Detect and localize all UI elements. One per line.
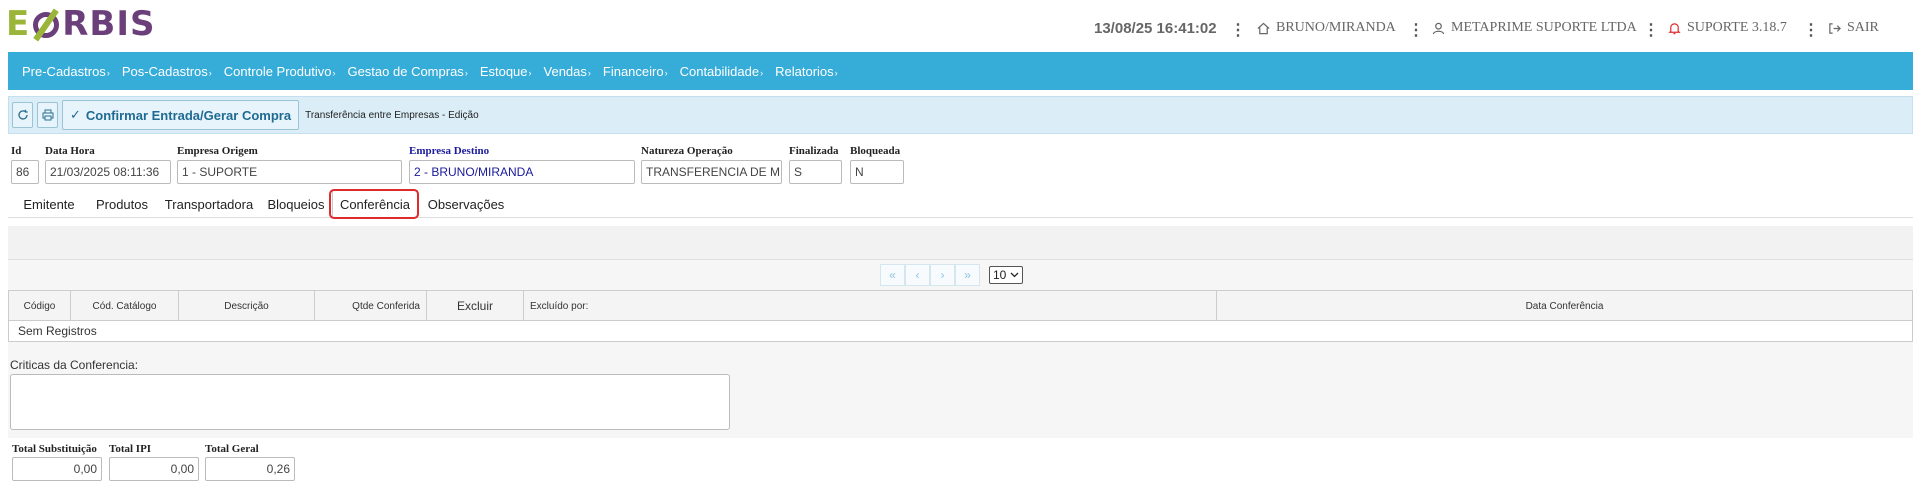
col-excluir[interactable]: Excluir — [427, 291, 524, 321]
menu-vendas[interactable]: Vendas› — [544, 64, 591, 79]
bell-icon — [1668, 22, 1681, 34]
first-page-button[interactable]: « — [880, 264, 905, 286]
tab-observacoes[interactable]: Observações — [422, 190, 510, 218]
finalizada-label: Finalizada — [789, 145, 839, 157]
col-cod-catalogo[interactable]: Cód. Catálogo — [71, 291, 179, 321]
id-label: Id — [11, 145, 22, 157]
total-substituicao-field[interactable]: 0,00 — [12, 457, 102, 481]
menu-estoque[interactable]: Estoque› — [480, 64, 532, 79]
page-size-select[interactable]: 10 — [989, 266, 1023, 284]
menu-pos-cadastros[interactable]: Pos-Cadastros› — [122, 64, 212, 79]
page-size-value: 10 — [993, 268, 1007, 282]
empresa-destino-label[interactable]: Empresa Destino — [409, 145, 489, 157]
bloqueada-label: Bloqueada — [850, 145, 901, 157]
menu-financeiro[interactable]: Financeiro› — [603, 64, 668, 79]
menu-contabilidade[interactable]: Contabilidade› — [680, 64, 764, 79]
total-ipi-field[interactable]: 0,00 — [109, 457, 199, 481]
empresa-origem-field[interactable]: 1 - SUPORTE — [177, 160, 402, 184]
id-field[interactable]: 86 — [11, 160, 39, 184]
more-vertical-icon[interactable]: ⋮ — [1803, 20, 1819, 40]
total-substituicao-label: Total Substituição — [12, 443, 97, 455]
criticas-label: Criticas da Conferencia: — [10, 358, 139, 372]
user-icon — [1432, 22, 1445, 34]
col-data-conferencia[interactable]: Data Conferência — [1217, 291, 1912, 321]
more-vertical-icon[interactable]: ⋮ — [1643, 20, 1659, 40]
home-icon — [1257, 22, 1270, 34]
support-menu[interactable]: SUPORTE 3.18.7 — [1668, 20, 1787, 36]
refresh-icon — [17, 109, 28, 120]
empresa-origem-label: Empresa Origem — [177, 145, 258, 157]
confirm-entry-button[interactable]: ✓ Confirmar Entrada/Gerar Compra — [62, 100, 300, 130]
print-icon — [42, 109, 53, 121]
location-label: BRUNO/MIRANDA — [1276, 20, 1396, 35]
bloqueada-field[interactable]: N — [850, 160, 904, 184]
check-icon: ✓ — [70, 107, 81, 122]
company-label: METAPRIME SUPORTE LTDA — [1451, 20, 1637, 35]
tab-transportadora[interactable]: Transportadora — [160, 190, 258, 218]
more-vertical-icon[interactable]: ⋮ — [1408, 20, 1424, 40]
main-menu: Pre-Cadastros› Pos-Cadastros› Controle P… — [8, 52, 1913, 90]
conferencia-grid: Código Cód. Catálogo Descrição Qtde Conf… — [8, 290, 1913, 342]
datahora-field[interactable]: 21/03/2025 08:11:36 — [45, 160, 171, 184]
col-codigo[interactable]: Código — [9, 291, 71, 321]
prev-page-button[interactable]: ‹ — [905, 264, 930, 286]
refresh-button[interactable] — [12, 102, 33, 128]
menu-gestao-de-compras[interactable]: Gestao de Compras› — [347, 64, 467, 79]
print-button[interactable] — [37, 102, 58, 128]
grid-header: Código Cód. Catálogo Descrição Qtde Conf… — [9, 291, 1912, 321]
col-descricao[interactable]: Descrição — [179, 291, 315, 321]
confirm-entry-label: Confirmar Entrada/Gerar Compra — [85, 107, 292, 123]
page-title: Transferência entre Empresas - Edição — [305, 109, 479, 121]
total-geral-label: Total Geral — [205, 443, 259, 455]
datahora-label: Data Hora — [45, 145, 95, 157]
logout-button[interactable]: SAIR — [1828, 20, 1879, 36]
chevron-down-icon — [1010, 272, 1019, 278]
col-excluido-por[interactable]: Excluído por: — [524, 291, 1217, 321]
location-menu[interactable]: BRUNO/MIRANDA — [1257, 20, 1396, 36]
pagination: « ‹ › » 10 — [880, 264, 1023, 286]
last-page-button[interactable]: » — [955, 264, 980, 286]
tab-produtos[interactable]: Produtos — [87, 190, 157, 218]
company-menu[interactable]: METAPRIME SUPORTE LTDA — [1432, 20, 1637, 36]
finalizada-field[interactable]: S — [789, 160, 842, 184]
panel-header-strip — [8, 226, 1913, 260]
natureza-operacao-field[interactable]: TRANSFERENCIA DE MERCADORIAS — [641, 160, 782, 184]
app-header: E RBIS 13/08/25 16:41:02 ⋮ BRUNO/MIRANDA… — [0, 0, 1919, 52]
total-ipi-label: Total IPI — [109, 443, 152, 455]
tab-bloqueios[interactable]: Bloqueios — [261, 190, 331, 218]
active-tab-highlight — [329, 189, 419, 219]
tab-bar: Emitente Produtos Transportadora Bloquei… — [8, 190, 1913, 218]
current-datetime: 13/08/25 16:41:02 — [1094, 20, 1217, 37]
more-vertical-icon[interactable]: ⋮ — [1230, 20, 1246, 40]
menu-relatorios[interactable]: Relatorios› — [775, 64, 838, 79]
criticas-textarea[interactable] — [10, 374, 730, 430]
form-toolbar: ✓ Confirmar Entrada/Gerar Compra Transfe… — [8, 96, 1913, 134]
logout-label: SAIR — [1847, 20, 1879, 35]
next-page-button[interactable]: › — [930, 264, 955, 286]
menu-pre-cadastros[interactable]: Pre-Cadastros› — [22, 64, 110, 79]
col-qtde-conferida[interactable]: Qtde Conferida — [315, 291, 427, 321]
natureza-operacao-label: Natureza Operação — [641, 145, 733, 157]
menu-controle-produtivo[interactable]: Controle Produtivo› — [224, 64, 336, 79]
logout-icon — [1829, 22, 1841, 34]
empty-message: Sem Registros — [18, 324, 97, 338]
support-label: SUPORTE 3.18.7 — [1687, 20, 1787, 35]
total-geral-field[interactable]: 0,26 — [205, 457, 295, 481]
empresa-destino-field[interactable]: 2 - BRUNO/MIRANDA — [409, 160, 635, 184]
tab-emitente[interactable]: Emitente — [13, 190, 85, 218]
